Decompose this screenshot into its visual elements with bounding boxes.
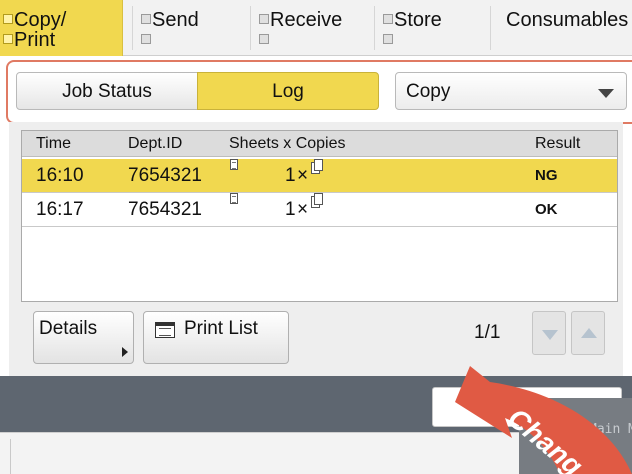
submenu-arrow-icon xyxy=(122,347,128,357)
header-sheets-copies: Sheets x Copies xyxy=(229,135,346,152)
job-type-select-value: Copy xyxy=(406,81,451,102)
tab-divider xyxy=(132,6,133,50)
tab-indicator-icon xyxy=(3,34,13,44)
page-indicator: 1/1 xyxy=(474,322,501,343)
row-multiply-sign: × xyxy=(297,165,309,186)
tab-indicator-icon xyxy=(259,34,269,44)
tab-label: Receive xyxy=(270,9,343,31)
row-time: 16:17 xyxy=(36,199,84,220)
row-sheets: 1 xyxy=(285,199,296,220)
row-sheets: 1 xyxy=(285,165,296,186)
tab-indicator-icon xyxy=(141,14,151,24)
log-button[interactable]: Log xyxy=(197,72,379,110)
row-result: OK xyxy=(535,201,558,218)
tab-copy-print[interactable]: Copy/ Print xyxy=(0,0,123,56)
table-row[interactable]: 16:17 7654321 1 × OK xyxy=(22,193,617,227)
tab-consumables[interactable]: Consumables xyxy=(496,0,632,56)
row-time: 16:10 xyxy=(36,165,84,186)
tab-store[interactable]: Store xyxy=(380,0,490,56)
tab-indicator-icon xyxy=(3,14,13,24)
table-row[interactable]: 16:10 7654321 1 × NG xyxy=(22,159,617,193)
table-header: Time Dept.ID Sheets x Copies Result xyxy=(22,131,617,157)
job-status-button[interactable]: Job Status xyxy=(16,72,198,110)
print-list-button-label: Print List xyxy=(184,318,258,339)
row-result: NG xyxy=(535,167,558,184)
tab-send[interactable]: Send xyxy=(138,0,250,56)
copies-stack-icon xyxy=(311,159,325,175)
row-dept-id: 7654321 xyxy=(128,165,202,186)
tab-divider xyxy=(490,6,491,50)
document-icon xyxy=(230,193,238,204)
tab-indicator-icon xyxy=(383,14,393,24)
row-multiply-sign: × xyxy=(297,199,309,220)
row-dept-id: 7654321 xyxy=(128,199,202,220)
document-icon xyxy=(230,159,238,170)
tab-label: Copy/ xyxy=(14,9,67,31)
page-down-button[interactable] xyxy=(532,311,566,355)
details-button[interactable]: Details xyxy=(33,311,134,364)
job-type-select[interactable]: Copy xyxy=(395,72,627,110)
copies-stack-icon xyxy=(311,193,325,209)
tab-label: Store xyxy=(394,9,442,31)
tab-label: Consumables xyxy=(506,9,629,31)
print-list-button[interactable]: Print List xyxy=(143,311,289,364)
header-time: Time xyxy=(36,135,71,152)
header-dept-id: Dept.ID xyxy=(128,135,183,152)
details-button-label: Details xyxy=(39,318,98,339)
main-menu-label: Main Menu xyxy=(589,422,632,437)
tab-label-line2: Print xyxy=(14,29,56,51)
tab-indicator-icon xyxy=(259,14,269,24)
page-up-button[interactable] xyxy=(571,311,605,355)
log-table: Time Dept.ID Sheets x Copies Result 16:1… xyxy=(21,130,618,302)
tab-receive[interactable]: Receive xyxy=(256,0,374,56)
print-list-icon xyxy=(155,322,175,338)
tab-indicator-icon xyxy=(383,34,393,44)
tab-divider xyxy=(374,6,375,50)
header-result: Result xyxy=(535,135,581,152)
bottom-divider xyxy=(10,439,11,474)
function-tab-bar: Copy/ Print Send Receive Store Consumabl… xyxy=(0,0,632,56)
page-down-icon xyxy=(542,330,558,340)
page-up-icon xyxy=(581,328,597,338)
tab-indicator-icon xyxy=(141,34,151,44)
tab-label: Send xyxy=(152,9,199,31)
caret-down-icon xyxy=(598,89,614,98)
tab-divider xyxy=(250,6,251,50)
